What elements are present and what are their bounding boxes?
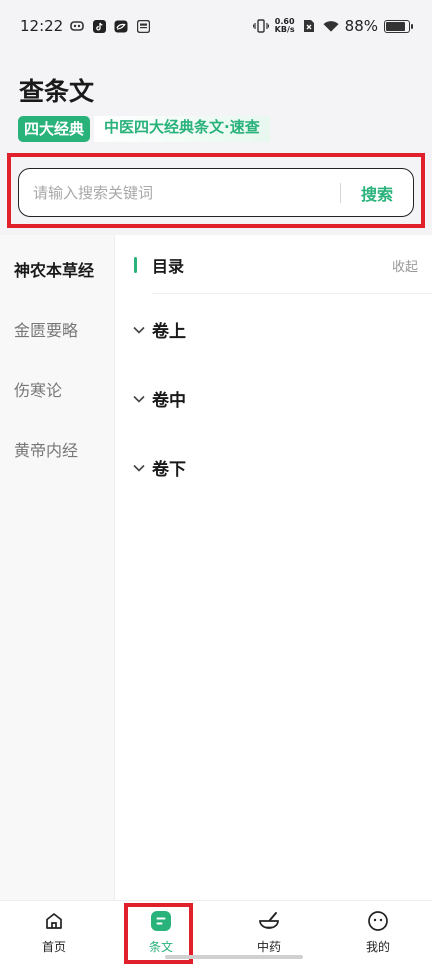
sidebar-item-jingui[interactable]: 金匮要略 — [14, 317, 78, 341]
app-notification-icon — [69, 18, 85, 34]
profile-icon — [366, 909, 390, 933]
nav-home[interactable]: 首页 — [14, 909, 94, 955]
chevron-down-icon — [132, 323, 146, 337]
book-sidebar: 神农本草经 金匮要略 伤寒论 黄帝内经 — [0, 235, 114, 900]
battery-fill — [386, 21, 406, 31]
sidebar-item-shennong[interactable]: 神农本草经 — [14, 257, 94, 281]
mortar-icon — [257, 909, 281, 933]
volume-item-middle[interactable]: 卷中 — [132, 386, 186, 411]
category-description: 中医四大经典条文·速查 — [94, 116, 270, 142]
network-speed-unit: KB/s — [274, 25, 295, 34]
message-app-icon — [135, 18, 151, 34]
toc-header: 目录 收起 — [134, 253, 418, 277]
network-speed: 0.60 KB/s — [275, 18, 295, 34]
search-button[interactable]: 搜索 — [341, 181, 413, 205]
nav-label: 中药 — [256, 940, 281, 954]
toc-divider — [152, 293, 432, 294]
battery-icon — [384, 19, 413, 33]
no-sim-icon — [301, 18, 317, 34]
page-title: 查条文 — [19, 77, 95, 106]
chevron-down-icon — [132, 392, 146, 406]
nav-label: 首页 — [41, 940, 66, 954]
search-input[interactable] — [19, 169, 340, 216]
content-panel: 神农本草经 金匮要略 伤寒论 黄帝内经 目录 收起 卷上 卷中 卷下 — [0, 235, 432, 900]
tag-row: 四大经典 中医四大经典条文·速查 — [18, 116, 270, 142]
category-badge: 四大经典 — [18, 116, 91, 142]
status-right: 0.60 KB/s 88% — [252, 17, 413, 35]
volume-label: 卷中 — [152, 391, 186, 411]
sidebar-divider — [114, 235, 115, 900]
battery-percent: 88% — [344, 17, 378, 35]
sidebar-item-shanghan[interactable]: 伤寒论 — [14, 377, 62, 401]
vibrate-icon — [252, 18, 269, 34]
volume-item-lower[interactable]: 卷下 — [132, 455, 186, 480]
nav-profile[interactable]: 我的 — [338, 909, 418, 955]
toc-accent-bar — [134, 257, 137, 273]
sidebar-item-huangdi[interactable]: 黄帝内经 — [14, 437, 78, 461]
link-app-icon — [113, 18, 129, 34]
nav-herbs[interactable]: 中药 — [229, 909, 309, 955]
chevron-down-icon — [132, 461, 146, 475]
tiktok-icon — [91, 18, 107, 34]
volume-label: 卷上 — [152, 322, 186, 342]
home-indicator — [165, 955, 303, 959]
home-icon — [42, 909, 66, 933]
wifi-icon — [323, 18, 339, 34]
volume-item-upper[interactable]: 卷上 — [132, 317, 186, 342]
status-time: 12:22 — [20, 17, 64, 35]
status-left: 12:22 — [20, 17, 151, 35]
collapse-button[interactable]: 收起 — [392, 256, 418, 275]
status-bar: 12:22 0.60 KB/s 88% — [0, 0, 432, 52]
toc-title: 目录 — [152, 257, 185, 276]
search-bar: 搜索 — [18, 168, 414, 217]
nav-label: 我的 — [365, 940, 390, 954]
volume-label: 卷下 — [152, 460, 186, 480]
